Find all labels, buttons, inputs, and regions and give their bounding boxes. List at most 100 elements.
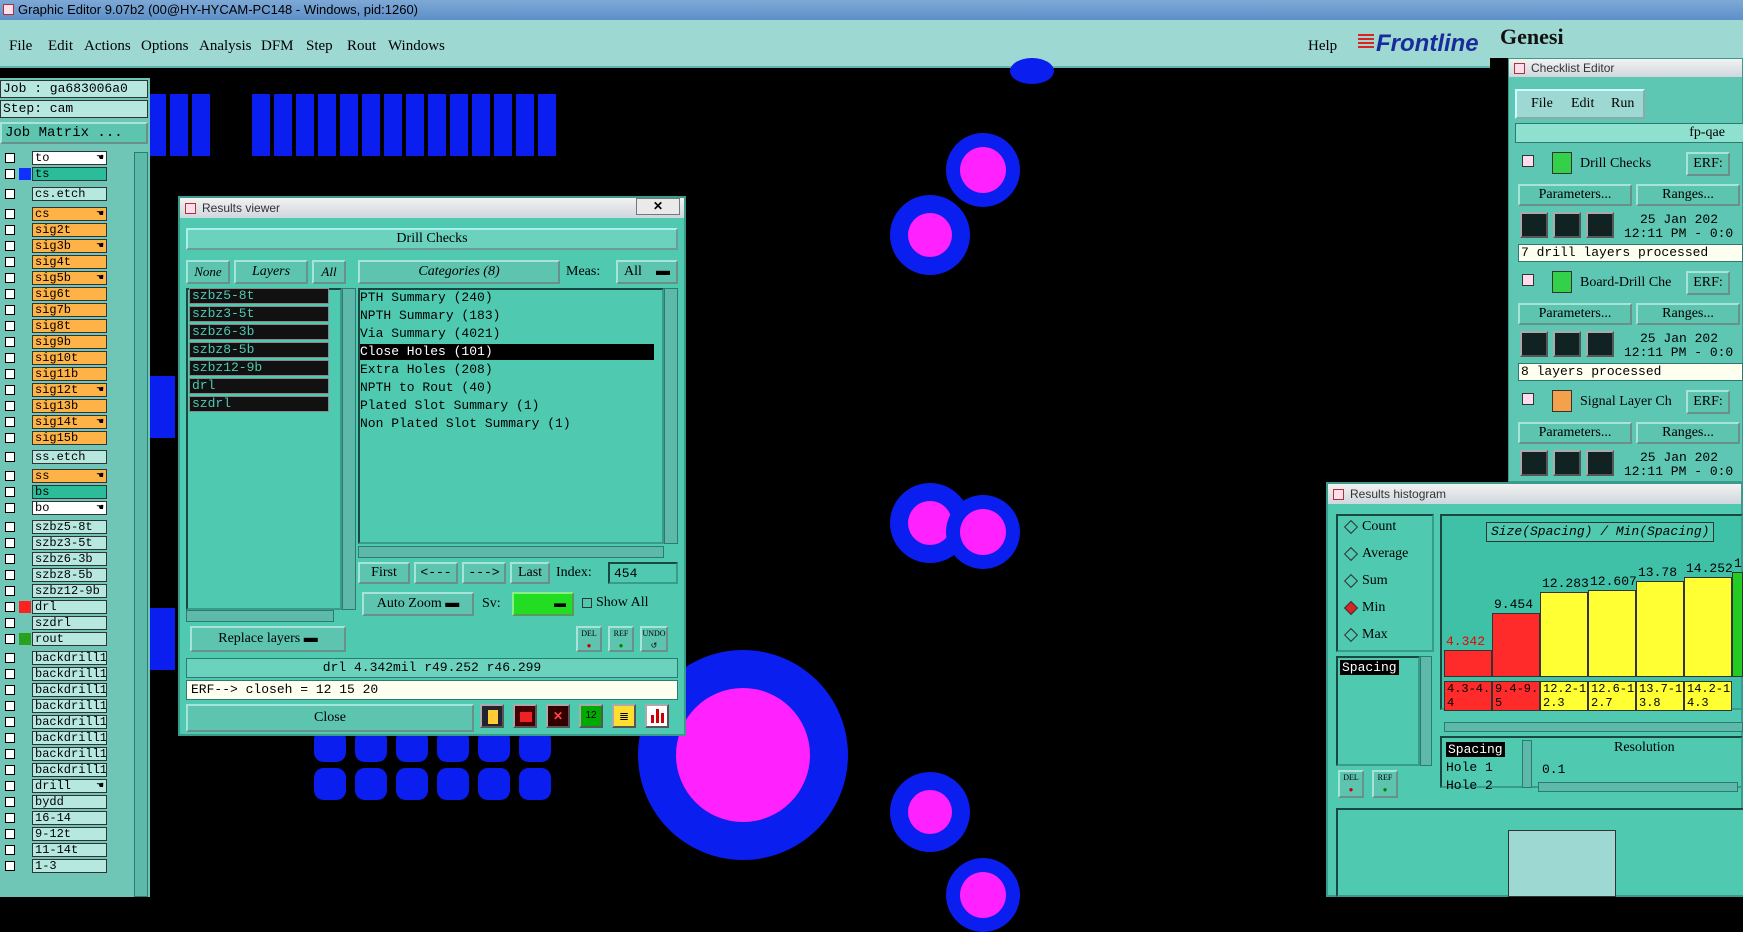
mode-label[interactable]: Count: [1362, 519, 1396, 535]
layer-name[interactable]: backdrill1-3: [32, 651, 107, 665]
check-ranges-button[interactable]: Ranges...: [1636, 303, 1740, 325]
layer-name[interactable]: backdrill1-3: [32, 699, 107, 713]
layer-row[interactable]: 11-14t: [0, 842, 120, 858]
layer-checkbox[interactable]: [5, 169, 15, 179]
check-ranges-button[interactable]: Ranges...: [1636, 184, 1740, 206]
check-run-icon[interactable]: [1586, 212, 1614, 238]
layer-checkbox[interactable]: [5, 538, 15, 548]
category-item[interactable]: Non Plated Slot Summary (1): [360, 416, 654, 432]
check-run-icon[interactable]: [1553, 331, 1581, 357]
check-run-icon[interactable]: [1520, 450, 1548, 476]
result-layer-item[interactable]: szbz3-5t: [189, 306, 329, 322]
layer-name[interactable]: sig4t: [32, 255, 107, 269]
layer-row[interactable]: bs: [0, 484, 120, 500]
layer-name[interactable]: 16-14: [32, 811, 107, 825]
result-layer-item[interactable]: drl: [189, 378, 329, 394]
result-layer-item[interactable]: szbz8-5b: [189, 342, 329, 358]
check-ranges-button[interactable]: Ranges...: [1636, 422, 1740, 444]
layer-name[interactable]: szdrl: [32, 616, 107, 630]
res-item-spacing[interactable]: Spacing: [1446, 742, 1505, 757]
layer-name[interactable]: szbz12-9b: [32, 584, 107, 598]
layer-row[interactable]: szbz12-9b: [0, 583, 120, 599]
layer-checkbox[interactable]: [5, 845, 15, 855]
layer-row[interactable]: sig14t ☚: [0, 414, 120, 430]
layer-checkbox[interactable]: [5, 369, 15, 379]
histogram-bar[interactable]: [1540, 592, 1588, 677]
mode-label[interactable]: Average: [1362, 546, 1408, 562]
menu-help[interactable]: Help: [1308, 38, 1337, 55]
layer-name[interactable]: sig9b: [32, 335, 107, 349]
result-layer-item[interactable]: szdrl: [189, 396, 329, 412]
layer-checkbox[interactable]: [5, 602, 15, 612]
menu-file[interactable]: File: [9, 38, 32, 55]
layer-checkbox[interactable]: [5, 861, 15, 871]
mode-label[interactable]: Min: [1362, 600, 1385, 616]
check-run-icon[interactable]: [1553, 212, 1581, 238]
histogram-titlebar[interactable]: Results histogram: [1328, 484, 1741, 504]
layer-checkbox[interactable]: [5, 733, 15, 743]
check-name[interactable]: Drill Checks: [1580, 156, 1684, 172]
layer-row[interactable]: szdrl: [0, 615, 120, 631]
layer-name[interactable]: bs: [32, 485, 107, 499]
layer-icon[interactable]: [480, 704, 504, 728]
close-button[interactable]: Close: [186, 704, 474, 732]
show-icon[interactable]: [513, 704, 537, 728]
layer-checkbox[interactable]: [5, 586, 15, 596]
layer-row[interactable]: sig15b: [0, 430, 120, 446]
layer-checkbox[interactable]: [5, 797, 15, 807]
menu-options[interactable]: Options: [141, 38, 189, 55]
menu-step[interactable]: Step: [306, 38, 333, 55]
layer-name[interactable]: 1-3: [32, 859, 107, 873]
layer-row[interactable]: backdrill1-3: [0, 666, 120, 682]
layer-name[interactable]: backdrill16-: [32, 747, 107, 761]
histogram-bar[interactable]: [1588, 590, 1636, 677]
layer-name[interactable]: sig6t: [32, 287, 107, 301]
del-button[interactable]: DEL ●: [576, 626, 602, 652]
layer-name[interactable]: cs.etch: [32, 187, 107, 201]
job-matrix-button[interactable]: Job Matrix ...: [0, 122, 148, 144]
layer-result-scrollbar[interactable]: [342, 288, 356, 610]
histogram-bar[interactable]: [1732, 572, 1743, 677]
layer-checkbox[interactable]: [5, 522, 15, 532]
layer-result-hscroll[interactable]: [186, 610, 334, 622]
layer-row[interactable]: sig10t: [0, 350, 120, 366]
layer-checkbox[interactable]: [5, 273, 15, 283]
checklist-titlebar[interactable]: Checklist Editor: [1509, 59, 1742, 77]
prev-button[interactable]: <---: [414, 562, 458, 584]
layer-row[interactable]: bydd: [0, 794, 120, 810]
layer-checkbox[interactable]: [5, 353, 15, 363]
layer-checkbox[interactable]: [5, 653, 15, 663]
layer-checkbox[interactable]: [5, 781, 15, 791]
menu-actions[interactable]: Actions: [84, 38, 131, 55]
layer-row[interactable]: sig8t: [0, 318, 120, 334]
check-erf[interactable]: ERF:: [1686, 152, 1730, 176]
res-item-hole2[interactable]: Hole 2: [1446, 778, 1493, 793]
check-name[interactable]: Board-Drill Che: [1580, 275, 1684, 291]
layer-checkbox[interactable]: [5, 503, 15, 513]
layer-checkbox[interactable]: [5, 570, 15, 580]
layer-name[interactable]: szbz3-5t: [32, 536, 107, 550]
res-item-hole1[interactable]: Hole 1: [1446, 760, 1493, 775]
category-scrollbar[interactable]: [664, 288, 678, 544]
layer-name[interactable]: sig7b: [32, 303, 107, 317]
histogram-bar[interactable]: [1684, 577, 1732, 677]
layer-name[interactable]: sig10t: [32, 351, 107, 365]
layer-row[interactable]: szbz6-3b: [0, 551, 120, 567]
check-enable-icon[interactable]: [1522, 393, 1534, 405]
layer-row[interactable]: backdrill16-: [0, 730, 120, 746]
number-icon[interactable]: 12: [579, 704, 603, 728]
layer-row[interactable]: backdrill1-3: [0, 650, 120, 666]
check-parameters-button[interactable]: Parameters...: [1518, 303, 1632, 325]
layer-checkbox[interactable]: [5, 452, 15, 462]
layer-name[interactable]: ss.etch: [32, 450, 107, 464]
layer-name[interactable]: szbz6-3b: [32, 552, 107, 566]
layer-row[interactable]: ss.etch: [0, 449, 120, 465]
category-hscroll[interactable]: [358, 546, 664, 558]
layer-row[interactable]: sig7b: [0, 302, 120, 318]
layer-name[interactable]: szbz5-8t: [32, 520, 107, 534]
menu-dfm[interactable]: DFM: [261, 38, 294, 55]
layer-row[interactable]: szbz3-5t: [0, 535, 120, 551]
layer-name[interactable]: sig15b: [32, 431, 107, 445]
next-button[interactable]: --->: [462, 562, 506, 584]
layer-name[interactable]: drl: [32, 600, 107, 614]
